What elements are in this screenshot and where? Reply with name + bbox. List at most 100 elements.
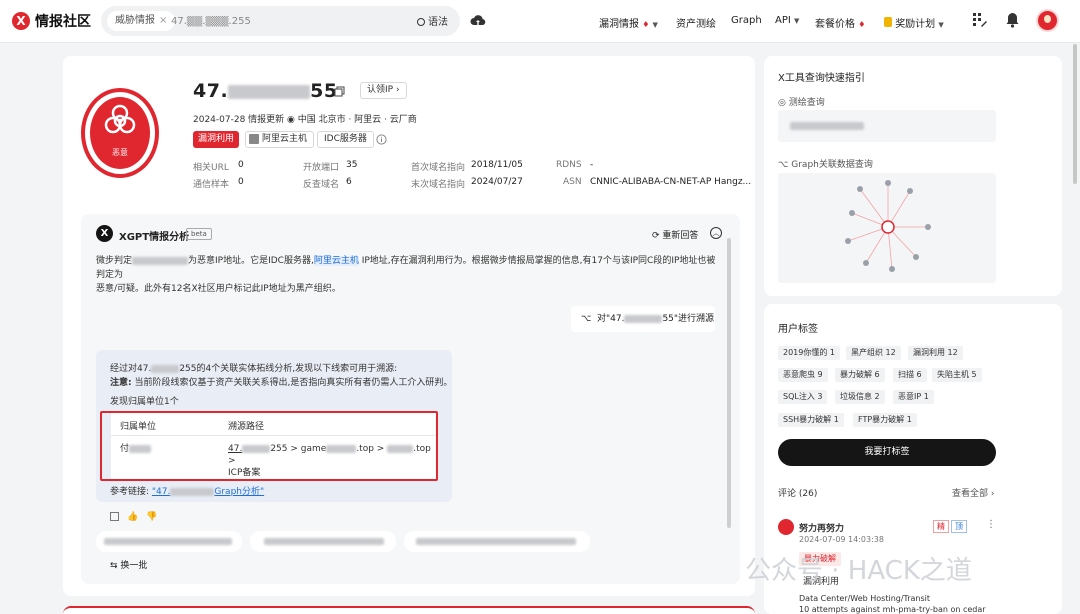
claim-ip-button[interactable]: 认领IP › xyxy=(360,82,407,99)
comments-count: 评论 (26) xyxy=(778,489,818,499)
stat-value[interactable]: 6 xyxy=(346,177,352,187)
suggestion-chip[interactable] xyxy=(404,531,590,552)
comment-line: 10 attempts against mh-pma-try-ban on ce… xyxy=(799,605,986,614)
menu-pricing[interactable]: 套餐价格 ♦ xyxy=(815,15,865,30)
comment-time: 2024-07-09 14:03:38 xyxy=(799,535,884,544)
xgpt-title: XGPT情报分析 xyxy=(119,232,190,243)
add-tag-button[interactable]: 我要打标签 xyxy=(778,439,996,466)
user-tag[interactable]: 恶意爬虫 9 xyxy=(778,368,828,382)
graph-icon: ⌥ xyxy=(581,314,592,324)
user-tag[interactable]: 2019你懂的 1 xyxy=(778,346,840,360)
menu-vuln-intel[interactable]: 漏洞情报 ♦ ▼ xyxy=(599,15,658,30)
search-input[interactable] xyxy=(171,11,371,31)
suggestion-chip[interactable] xyxy=(96,531,242,552)
graph-ref-link[interactable]: "47. Graph分析" xyxy=(152,487,264,497)
map-query-label: ◎ 测绘查询 xyxy=(778,95,825,108)
search-icon xyxy=(417,18,425,26)
logo[interactable]: X 情报社区 xyxy=(12,11,91,31)
stat-value[interactable]: 0 xyxy=(238,177,244,187)
thumbs-up-icon[interactable]: 👍 xyxy=(127,512,138,522)
bell-icon[interactable] xyxy=(1005,12,1020,28)
stat-value[interactable]: 0 xyxy=(238,160,244,170)
tag-label: 阿里云主机 xyxy=(262,134,308,144)
top-nav: X 情报社区 威胁情报 × 语法 漏洞情报 ♦ ▼ 资产测绘 Graph API … xyxy=(0,0,1080,43)
watermark: 公众号 · HACK之道 xyxy=(745,556,972,586)
thumbs-down-icon[interactable]: 👎 xyxy=(146,512,157,522)
user-tag[interactable]: SQL注入 3 xyxy=(778,390,828,404)
stat-value[interactable]: 35 xyxy=(346,160,357,170)
xgpt-scrollbar[interactable] xyxy=(727,238,731,528)
search-type-chip[interactable]: 威胁情报 × xyxy=(107,11,176,31)
user-tags-title: 用户标签 xyxy=(778,324,818,335)
redacted xyxy=(790,122,864,130)
chip-close-icon[interactable]: × xyxy=(159,15,167,26)
user-tag[interactable]: 垃圾信息 2 xyxy=(835,390,885,404)
user-tag[interactable]: 扫描 6 xyxy=(893,368,927,382)
analysis-note: 注意: 当前阶段线索仅基于资产关联关系得出,是否指向真实所有者仍需人工介入研判。 xyxy=(110,375,452,388)
text: 测绘查询 xyxy=(788,98,825,108)
text: 经过对47. xyxy=(110,364,152,374)
commenter-avatar[interactable] xyxy=(778,519,794,535)
user-tag[interactable]: SSH暴力破解 1 xyxy=(778,413,844,427)
view-all-link[interactable]: 查看全部 › xyxy=(952,486,995,499)
upload-icon[interactable] xyxy=(470,13,486,29)
copy-icon[interactable] xyxy=(334,86,345,97)
ip-address: 47. 55 xyxy=(193,80,338,102)
next-panel-edge xyxy=(63,606,755,614)
more-icon[interactable]: ⋮ xyxy=(986,519,996,530)
user-tag[interactable]: FTP暴力破解 1 xyxy=(853,413,917,427)
regenerate-button[interactable]: ⟳ 重新回答 xyxy=(652,228,698,241)
user-tag[interactable]: 漏洞利用 12 xyxy=(908,346,963,360)
analysis-line: 经过对47. 255的4个关联实体拓线分析,发现以下线索可用于溯源: xyxy=(110,361,397,374)
user-tag[interactable]: 失陷主机 5 xyxy=(932,368,982,382)
redacted xyxy=(132,256,189,265)
syntax-button[interactable]: 语法 xyxy=(417,13,448,28)
info-icon[interactable] xyxy=(376,134,387,145)
fire-icon: ♦ xyxy=(858,20,866,29)
tools-icon[interactable] xyxy=(972,12,988,28)
suggestion-chip[interactable] xyxy=(250,531,396,552)
xgpt-summary: 微步判定 为恶意IP地址。它是IDC服务器,阿里云主机 IP地址,存在漏洞利用行为… xyxy=(96,254,721,296)
chevron-right-icon: › xyxy=(990,489,995,499)
tag-idc-server[interactable]: IDC服务器 xyxy=(317,131,374,148)
text: 255的4个关联实体拓线分析,发现以下线索可用于溯源: xyxy=(179,364,398,374)
redacted xyxy=(416,538,576,545)
claim-ip-label: 认领IP xyxy=(367,85,394,95)
feedback-bar: 👍 👎 xyxy=(110,512,157,522)
stat-value: CNNIC-ALIBABA-CN-NET-AP Hangz... xyxy=(590,177,752,187)
collapse-icon[interactable]: ︿ xyxy=(710,227,722,239)
stat-key: ASN xyxy=(563,177,582,187)
commenter-name[interactable]: 努力再努力 xyxy=(799,521,844,534)
pinned-badge: 顶 xyxy=(951,520,967,533)
map-query-result[interactable] xyxy=(778,110,996,142)
biohazard-icon xyxy=(104,104,136,134)
redacted xyxy=(104,538,232,545)
page-scrollbar[interactable] xyxy=(1073,44,1077,184)
tag-aliyun-host[interactable]: 阿里云主机 xyxy=(245,131,315,148)
menu-asset-mapping[interactable]: 资产测绘 xyxy=(676,15,716,30)
graph-preview[interactable] xyxy=(778,173,996,283)
syntax-label: 语法 xyxy=(428,17,448,28)
stat-key: 反查域名 xyxy=(303,180,340,190)
user-avatar[interactable] xyxy=(1036,9,1059,32)
tag-vuln-exploit[interactable]: 漏洞利用 xyxy=(193,131,240,148)
text: Graph关联数据查询 xyxy=(791,160,873,170)
menu-graph[interactable]: Graph xyxy=(731,15,762,26)
redacted xyxy=(151,364,180,373)
menu-label: 套餐价格 xyxy=(815,19,855,30)
stat-key: RDNS xyxy=(556,160,582,170)
user-tag[interactable]: 恶意IP 1 xyxy=(893,390,934,404)
menu-api[interactable]: API ▼ xyxy=(775,15,799,26)
aliyun-link[interactable]: 阿里云主机 xyxy=(313,256,359,266)
menu-rewards[interactable]: 奖励计划 ▼ xyxy=(884,15,944,30)
stat-key: 相关URL xyxy=(193,163,229,173)
user-tag[interactable]: 暴力破解 6 xyxy=(835,368,885,382)
copy-icon[interactable] xyxy=(110,512,119,521)
swap-batch-button[interactable]: ⇆ 换一批 xyxy=(110,558,147,571)
beta-badge: beta xyxy=(186,228,212,240)
user-tag[interactable]: 黑产组织 12 xyxy=(846,346,901,360)
text: "47. xyxy=(151,487,171,497)
location: ◉ 中国 北京市 · 阿里云 · 云厂商 xyxy=(287,112,417,125)
stat-key: 首次域名指向 xyxy=(411,163,466,173)
xgpt-logo-icon: X xyxy=(96,225,113,242)
